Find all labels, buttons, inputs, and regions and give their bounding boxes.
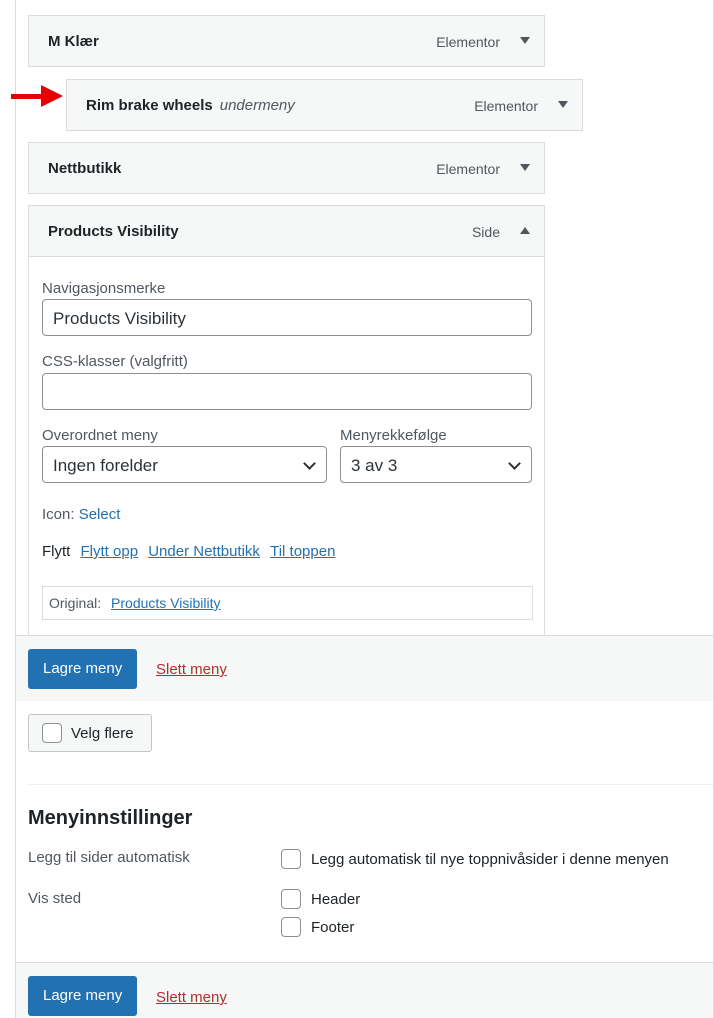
css-classes-label: CSS-klasser (valgfritt) (42, 353, 188, 370)
move-under-link[interactable]: Under Nettbutikk (148, 543, 260, 560)
move-top-link[interactable]: Til toppen (270, 543, 335, 560)
menu-item-type: Elementor (474, 98, 538, 114)
menu-order-label: Menyrekkefølge (340, 427, 447, 444)
menu-item-rim-brake-wheels[interactable]: Rim brake wheels undermeny Elementor (66, 79, 583, 131)
parent-menu-select[interactable]: Ingen forelder (42, 446, 327, 483)
css-classes-input[interactable] (42, 373, 532, 410)
menu-item-type: Elementor (436, 161, 500, 177)
move-up-link[interactable]: Flytt opp (81, 543, 139, 560)
expand-arrow-icon[interactable] (558, 101, 568, 108)
menu-item-type: Elementor (436, 34, 500, 50)
auto-add-option-label: Legg automatisk til nye toppnivåsider i … (311, 851, 669, 868)
original-label: Original: (49, 595, 102, 611)
select-multiple-button[interactable]: Velg flere (28, 714, 152, 752)
delete-menu-link[interactable]: Slett meny (156, 661, 227, 678)
parent-menu-value: Ingen forelder (53, 456, 158, 475)
save-menu-button-bottom[interactable]: Lagre meny (28, 976, 138, 1016)
menu-item-settings-panel: Navigasjonsmerke Products Visibility CSS… (28, 257, 545, 635)
chevron-down-icon (508, 457, 521, 470)
menu-order-value: 3 av 3 (351, 456, 398, 475)
menu-item-type: Side (471, 224, 500, 240)
collapse-arrow-icon[interactable] (520, 227, 530, 234)
divider (28, 784, 714, 785)
move-row: Flytt Flytt opp Under Nettbutikk Til top… (42, 543, 335, 560)
menu-order-select[interactable]: 3 av 3 (340, 446, 532, 483)
select-multiple-checkbox[interactable] (42, 723, 62, 743)
menu-settings-heading: Menyinnstillinger (28, 807, 193, 829)
select-multiple-label: Velg flere (71, 725, 134, 742)
location-label: Vis sted (28, 890, 82, 907)
original-link[interactable]: Products Visibility (111, 595, 220, 611)
menu-item-title: Nettbutikk (48, 160, 122, 177)
nav-label-label: Navigasjonsmerke (42, 280, 166, 297)
auto-add-checkbox[interactable] (281, 849, 301, 869)
expand-arrow-icon[interactable] (520, 37, 530, 44)
menu-item-m-klaer[interactable]: M Klær Elementor (28, 15, 545, 67)
location-header-label: Header (311, 891, 361, 908)
save-menu-button[interactable]: Lagre meny (28, 649, 138, 689)
auto-add-label: Legg til sider automatisk (28, 849, 190, 866)
parent-menu-label: Overordnet meny (42, 427, 158, 444)
delete-menu-link-bottom[interactable]: Slett meny (156, 989, 227, 1006)
move-label: Flytt (42, 543, 71, 560)
menu-item-title: Rim brake wheels undermeny (86, 97, 295, 114)
icon-row: Icon: Select (42, 506, 121, 523)
menu-item-title: M Klær (48, 33, 99, 50)
icon-select-link[interactable]: Select (79, 506, 121, 523)
red-arrow-annotation (11, 85, 63, 107)
original-box: Original: Products Visibility (42, 586, 533, 620)
menu-item-nettbutikk[interactable]: Nettbutikk Elementor (28, 142, 545, 194)
nav-label-input[interactable]: Products Visibility (42, 299, 532, 336)
expand-arrow-icon[interactable] (520, 164, 530, 171)
menu-item-title: Products Visibility (48, 223, 179, 240)
location-header-checkbox[interactable] (281, 889, 301, 909)
location-footer-label: Footer (311, 919, 355, 936)
submenu-label: undermeny (219, 97, 295, 114)
location-footer-checkbox[interactable] (281, 917, 301, 937)
menu-item-products-visibility[interactable]: Products Visibility Side (28, 205, 545, 257)
chevron-down-icon (303, 457, 316, 470)
